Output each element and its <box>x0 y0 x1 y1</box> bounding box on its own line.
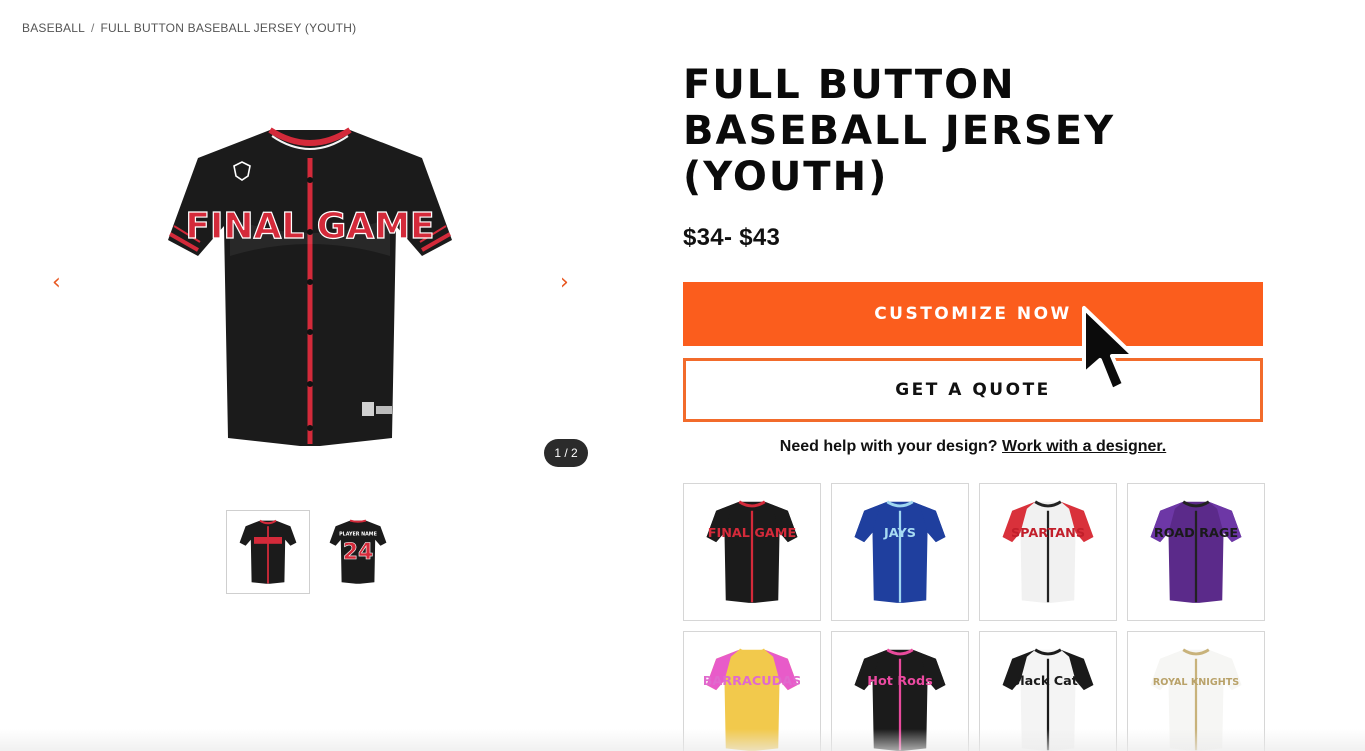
variant-jersey-text: Black Cats <box>1011 674 1086 689</box>
variant-jersey-image: ROAD RAGE <box>1150 500 1242 603</box>
variant-jersey-text: ROAD RAGE <box>1154 526 1238 541</box>
product-gallery: ‹ FINAL GAME › 1 / 2 PLAYER NAME 24 <box>0 60 640 620</box>
main-product-image: FINAL GAME <box>160 122 460 452</box>
product-info: FULL BUTTON BASEBALL JERSEY (YOUTH) $34-… <box>683 62 1263 456</box>
variant-jersey-image: Hot Rods <box>854 648 946 751</box>
design-variant-tile[interactable]: FINAL GAME <box>683 483 821 621</box>
thumbnail-back-number: 24 <box>343 540 374 565</box>
image-counter-badge: 1 / 2 <box>544 439 588 467</box>
previous-image-arrow-icon[interactable]: ‹ <box>52 272 61 294</box>
variant-jersey-text: SPARTANS <box>1011 526 1085 541</box>
product-title: FULL BUTTON BASEBALL JERSEY (YOUTH) <box>683 62 1243 200</box>
thumbnail-strip: PLAYER NAME 24 <box>226 510 400 594</box>
variant-jersey-text: BARRACUDAS <box>704 674 800 689</box>
variant-jersey-text: ROYAL KNIGHTS <box>1153 677 1239 688</box>
variant-jersey-text: FINAL GAME <box>708 526 797 541</box>
thumbnail-back-player-name: PLAYER NAME <box>339 531 377 537</box>
variant-jersey-image: ROYAL KNIGHTS <box>1150 648 1242 751</box>
product-title-line-2: BASEBALL JERSEY <box>683 108 1116 154</box>
design-variant-tile[interactable]: ROAD RAGE <box>1127 483 1265 621</box>
next-image-arrow-icon[interactable]: › <box>560 272 569 294</box>
design-variant-tile[interactable]: JAYS <box>831 483 969 621</box>
variant-jersey-image: JAYS <box>854 500 946 603</box>
customize-now-button[interactable]: CUSTOMIZE NOW <box>683 282 1263 346</box>
variant-jersey-image: Black Cats <box>1002 648 1094 751</box>
variant-jersey-image: SPARTANS <box>1002 500 1094 603</box>
variant-jersey-image: FINAL GAME <box>706 500 798 603</box>
breadcrumb-item-current[interactable]: FULL BUTTON BASEBALL JERSEY (YOUTH) <box>101 21 357 35</box>
price-range: $34- $43 <box>683 224 781 251</box>
get-a-quote-button[interactable]: GET A QUOTE <box>683 358 1263 422</box>
design-variant-tile[interactable]: Black Cats <box>979 631 1117 751</box>
product-title-line-3: (YOUTH) <box>683 154 889 200</box>
designer-help-text: Need help with your design? Work with a … <box>683 438 1263 456</box>
breadcrumb: BASEBALL / FULL BUTTON BASEBALL JERSEY (YO… <box>22 21 356 35</box>
variant-jersey-image: BARRACUDAS <box>704 648 800 751</box>
breadcrumb-item-baseball[interactable]: BASEBALL <box>22 21 85 35</box>
design-variant-tile[interactable]: ROYAL KNIGHTS <box>1127 631 1265 751</box>
variant-jersey-text: Hot Rods <box>867 674 932 689</box>
breadcrumb-separator: / <box>90 21 95 35</box>
design-variant-grid: FINAL GAME JAYS SPARTANS ROAD RAGE BARRACUDA… <box>683 483 1265 751</box>
variant-jersey-text: JAYS <box>883 526 916 541</box>
thumbnail-front[interactable] <box>226 510 310 594</box>
design-variant-tile[interactable]: BARRACUDAS <box>683 631 821 751</box>
product-title-line-1: FULL BUTTON <box>683 62 1016 108</box>
designer-help-label: Need help with your design? <box>779 438 998 455</box>
design-variant-tile[interactable]: Hot Rods <box>831 631 969 751</box>
jersey-front-text: FINAL GAME <box>185 206 434 247</box>
work-with-designer-link[interactable]: Work with a designer. <box>1002 438 1166 455</box>
design-variant-tile[interactable]: SPARTANS <box>979 483 1117 621</box>
thumbnail-back[interactable]: PLAYER NAME 24 <box>316 510 400 594</box>
